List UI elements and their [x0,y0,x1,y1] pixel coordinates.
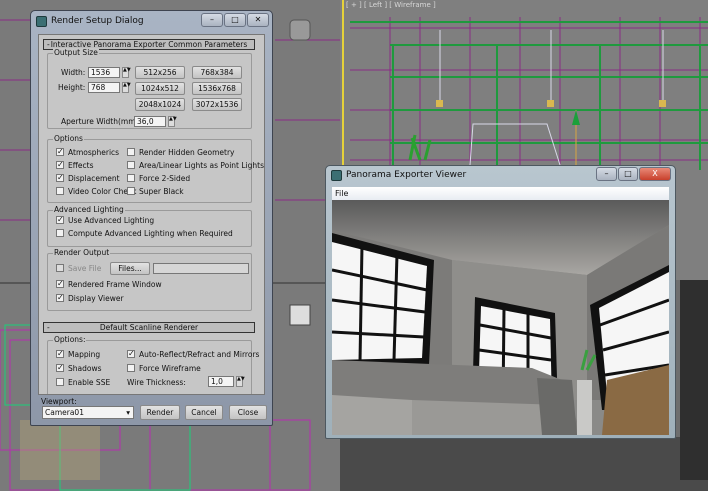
rendered-frame-window-label: Rendered Frame Window [68,280,162,289]
dialog-title: Render Setup Dialog [51,16,144,26]
close-window-button[interactable]: ✕ [247,13,269,27]
option-checkbox[interactable] [56,378,64,386]
aperture-label: Aperture Width(mm): [61,117,141,126]
width-spinner[interactable]: ▲▼ [122,67,131,78]
viewport-dropdown[interactable]: Camera01 ▾ [42,406,134,419]
rendered-frame-window-checkbox[interactable]: ✓ [56,280,64,288]
panorama-viewer-window: Panorama Exporter Viewer – □ X File [325,165,676,439]
app-icon [331,170,342,181]
option-checkbox[interactable]: ✓ [127,350,135,358]
maximize-button[interactable]: □ [224,13,246,27]
minimize-button[interactable]: – [201,13,223,27]
option-label: Render Hidden Geometry [139,148,235,157]
wire-thickness-input[interactable]: 1,0 [208,376,234,387]
save-file-checkbox[interactable] [56,264,64,272]
wire-thickness-spinner[interactable]: ▲▼ [236,376,245,387]
preset-512x256[interactable]: 512x256 [135,66,185,79]
rollout-default-scanline[interactable]: - Default Scanline Renderer [43,322,255,333]
preset-1024x512[interactable]: 1024x512 [135,82,185,95]
viewer-title: Panorama Exporter Viewer [346,170,467,180]
option-label: Super Black [139,187,184,196]
dialog-panel: - Interactive Panorama Exporter Common Pa… [38,34,265,395]
width-label: Width: [61,68,86,77]
option-label: Effects [68,161,94,170]
option-label: Shadows [68,364,102,373]
display-viewer-checkbox[interactable]: ✓ [56,294,64,302]
panorama-render-image[interactable] [332,200,669,435]
option-checkbox[interactable]: ✓ [56,364,64,372]
aperture-input[interactable]: 36,0 [134,116,166,127]
close-window-button[interactable]: X [639,167,671,181]
compute-advanced-lighting-label: Compute Advanced Lighting when Required [68,229,233,238]
option-checkbox[interactable] [127,174,135,182]
option-checkbox[interactable] [56,187,64,195]
close-button[interactable]: Close [229,405,267,420]
preset-3072x1536[interactable]: 3072x1536 [192,98,242,111]
use-advanced-lighting-checkbox[interactable]: ✓ [56,216,64,224]
display-viewer-label: Display Viewer [68,294,124,303]
option-checkbox[interactable]: ✓ [56,161,64,169]
height-input[interactable]: 768 [88,82,120,93]
render-button[interactable]: Render [140,405,180,420]
use-advanced-lighting-label: Use Advanced Lighting [68,216,155,225]
app-icon [36,16,47,27]
render-setup-dialog: Render Setup Dialog – □ ✕ - Interactive P… [30,10,273,426]
menu-bar: File [332,187,669,200]
option-label: Force 2-Sided [139,174,191,183]
option-checkbox[interactable] [127,148,135,156]
preset-1536x768[interactable]: 1536x768 [192,82,242,95]
viewport-label: Viewport: [41,397,77,406]
compute-advanced-lighting-checkbox[interactable] [56,229,64,237]
option-checkbox[interactable] [127,364,135,372]
viewport-label[interactable]: [ + ] [ Left ] [ Wireframe ] [346,1,436,9]
minimize-button[interactable]: – [596,167,617,181]
save-file-label: Save File [68,264,102,273]
width-input[interactable]: 1536 [88,67,120,78]
aperture-spinner[interactable]: ▲▼ [168,116,177,127]
option-checkbox[interactable] [127,187,135,195]
option-label: Force Wireframe [139,364,201,373]
wire-thickness-label: Wire Thickness: [127,378,186,387]
option-checkbox[interactable]: ✓ [56,174,64,182]
chevron-down-icon: ▾ [126,408,130,417]
height-spinner[interactable]: ▲▼ [122,82,131,93]
preset-2048x1024[interactable]: 2048x1024 [135,98,185,111]
option-label: Area/Linear Lights as Point Lights [139,161,265,170]
cancel-button[interactable]: Cancel [185,405,223,420]
preset-768x384[interactable]: 768x384 [192,66,242,79]
option-checkbox[interactable]: ✓ [56,350,64,358]
height-label: Height: [58,83,86,92]
option-label: Atmospherics [68,148,120,157]
maximize-button[interactable]: □ [618,167,638,181]
files-button[interactable]: Files... [110,262,150,275]
option-label: Displacement [68,174,120,183]
option-label: Auto-Reflect/Refract and Mirrors [139,350,260,359]
option-checkbox[interactable] [127,161,135,169]
file-path-field[interactable] [153,263,249,274]
menu-file[interactable]: File [335,189,348,198]
option-label: Mapping [68,350,101,359]
option-checkbox[interactable]: ✓ [56,148,64,156]
option-label: Enable SSE [68,378,111,387]
